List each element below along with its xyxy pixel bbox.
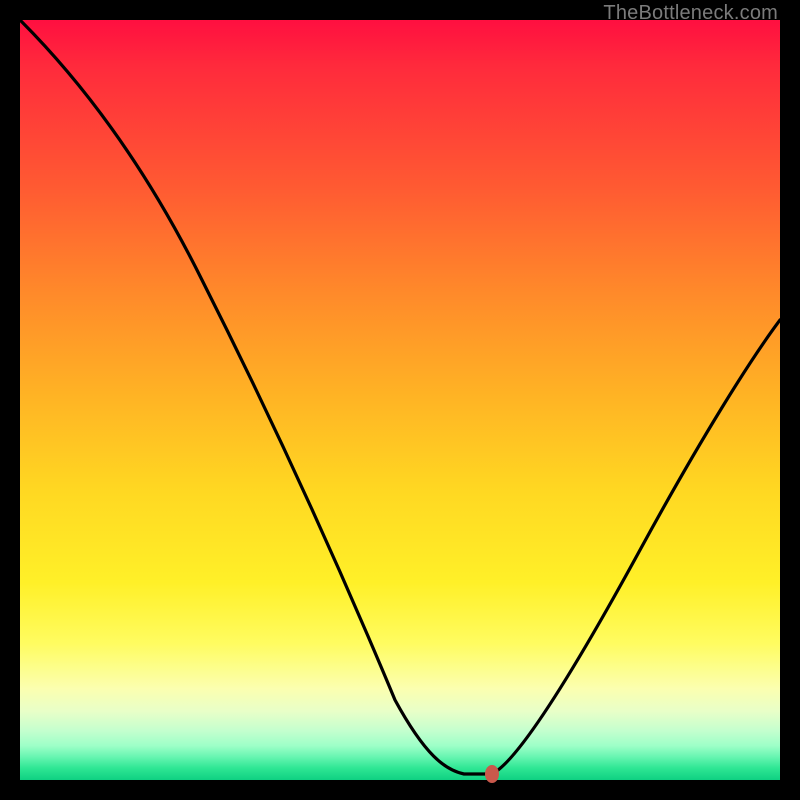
watermark-label: TheBottleneck.com (603, 2, 778, 25)
optimum-marker (485, 765, 499, 783)
plot-area (20, 20, 780, 780)
chart-frame: TheBottleneck.com (0, 0, 800, 800)
bottleneck-curve (20, 20, 780, 780)
